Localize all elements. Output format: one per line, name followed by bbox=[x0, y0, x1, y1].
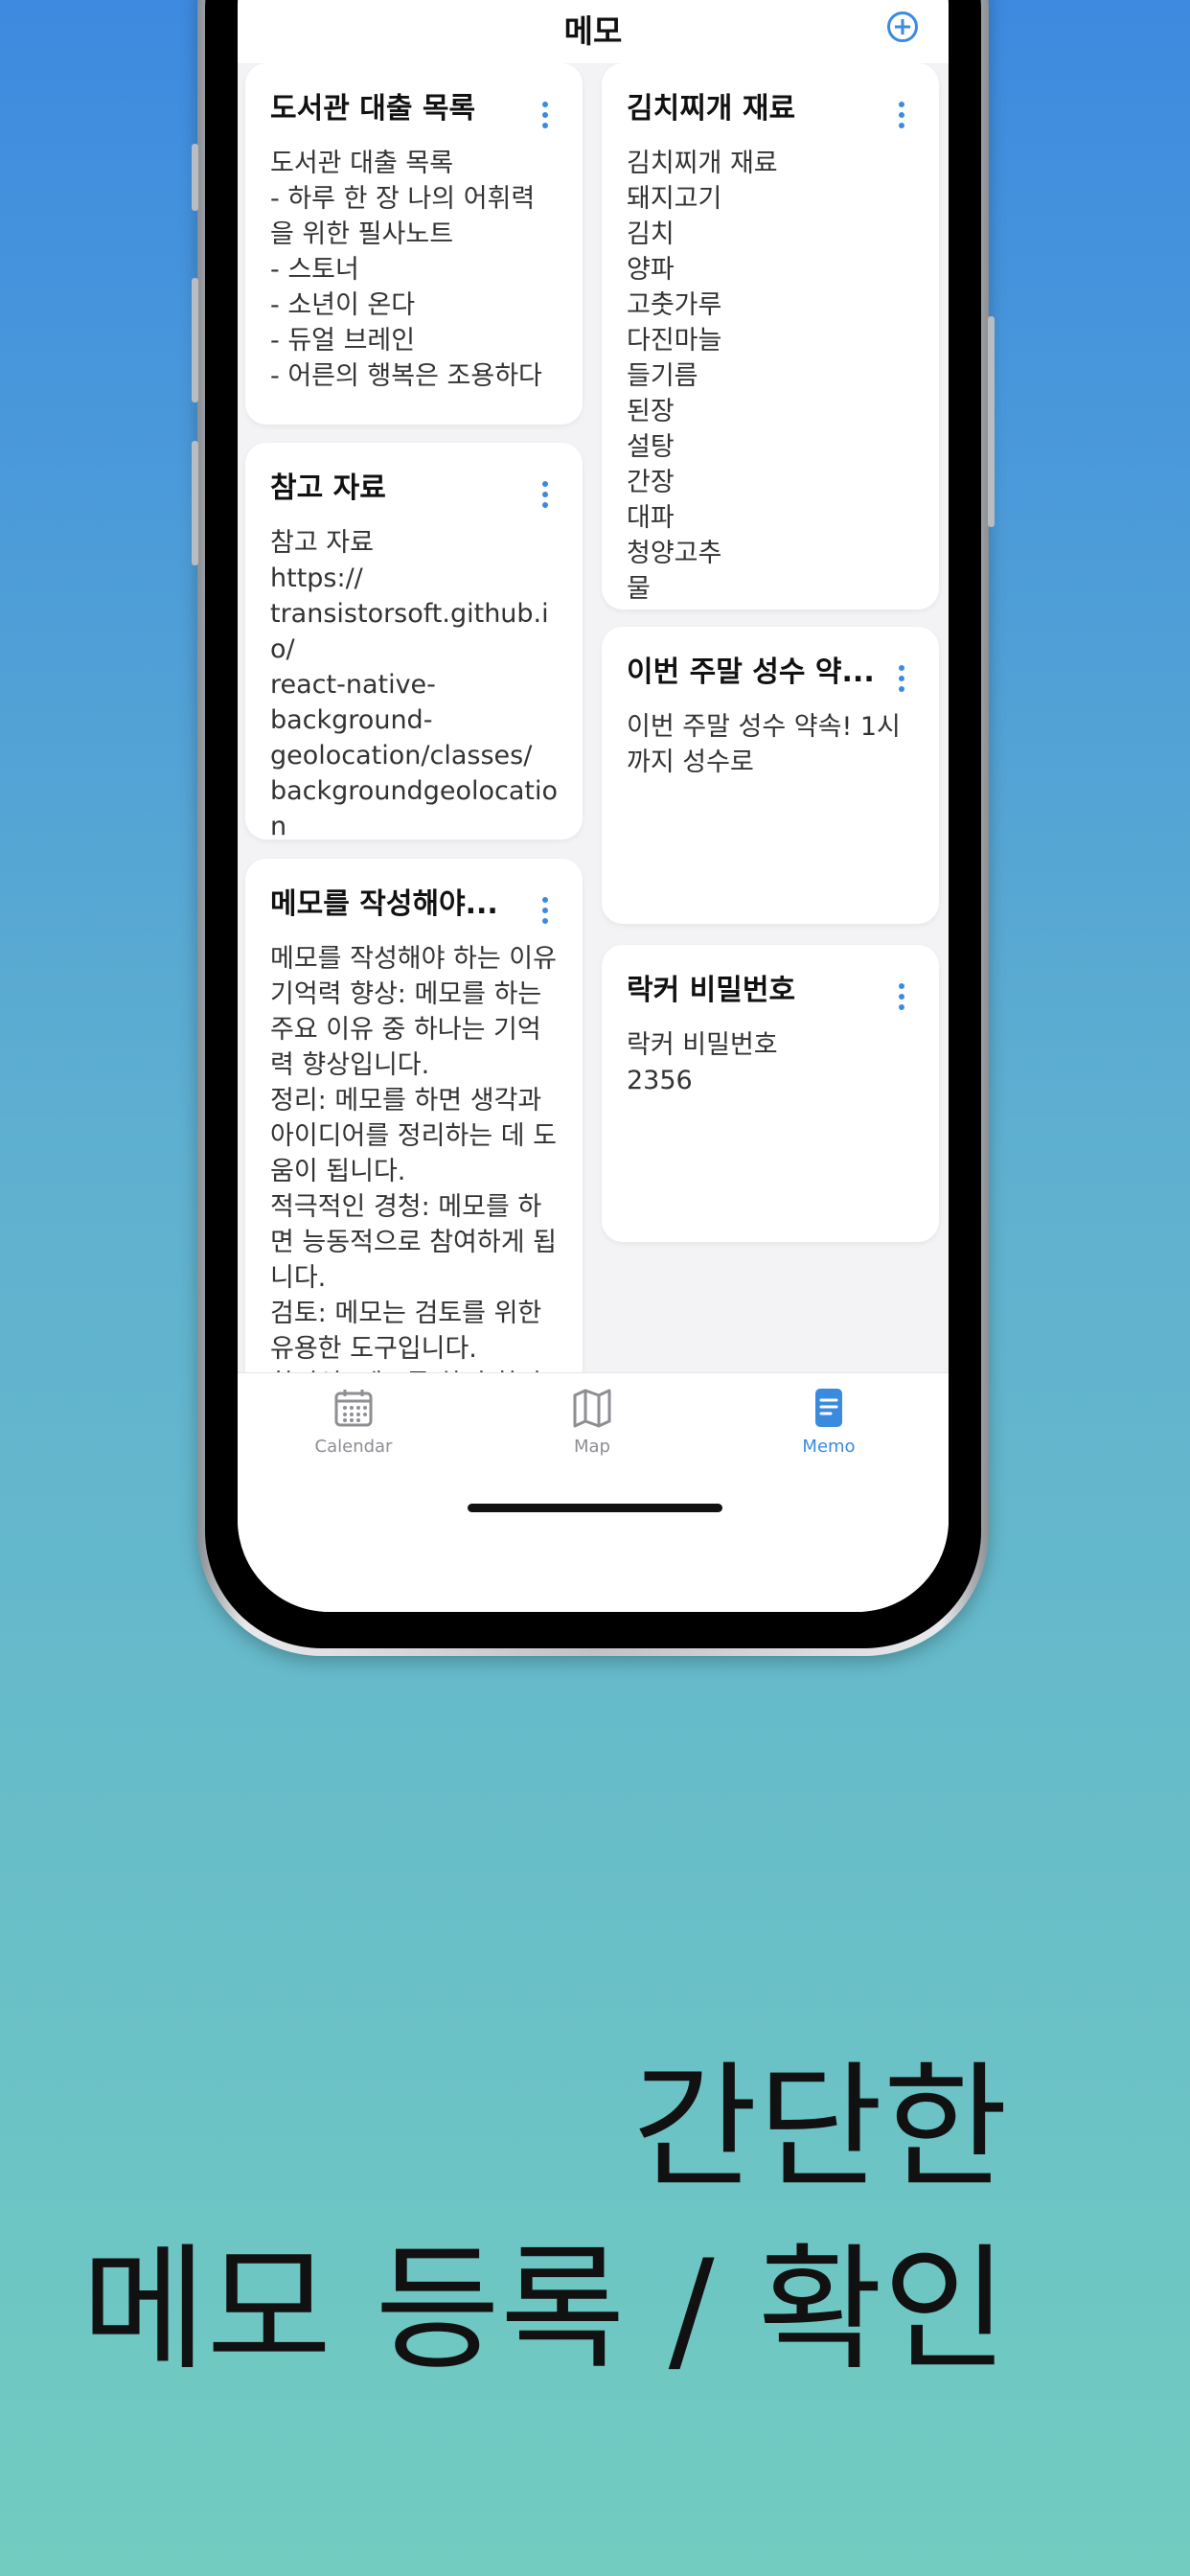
memo-card[interactable]: 락커 비밀번호 락커 비밀번호 2356 bbox=[602, 945, 939, 1242]
memo-body: 참고 자료 https:// transistorsoft.github.io/… bbox=[270, 528, 558, 840]
memo-title: 메모를 작성해야... bbox=[270, 887, 498, 921]
memo-body: 락커 비밀번호 2356 bbox=[627, 1030, 778, 1095]
caption-line-2: 메모 등록 / 확인 bbox=[80, 2231, 1008, 2389]
more-options-icon[interactable] bbox=[899, 665, 904, 692]
memo-title: 참고 자료 bbox=[270, 472, 386, 505]
app-header: 메모 bbox=[238, 0, 949, 59]
tab-label: Memo bbox=[802, 1437, 856, 1457]
more-options-icon[interactable] bbox=[542, 481, 548, 508]
phone-power-button bbox=[988, 316, 995, 527]
caption-line-1: 간단한 bbox=[632, 2049, 1008, 2207]
memo-card[interactable]: 참고 자료 참고 자료 https:// transistorsoft.gith… bbox=[245, 443, 583, 840]
calendar-icon bbox=[334, 1390, 373, 1427]
memo-body: 도서관 대출 목록 - 하루 한 장 나의 어휘력을 위한 필사노트 - 스토너… bbox=[270, 149, 542, 391]
page-title: 메모 bbox=[563, 12, 623, 50]
tab-bar: Calendar Map Memo bbox=[238, 1372, 949, 1612]
memo-body: 이번 주말 성수 약속! 1시까지 성수로 bbox=[627, 712, 901, 777]
memo-title: 락커 비밀번호 bbox=[627, 974, 796, 1007]
tab-memo[interactable]: Memo bbox=[762, 1387, 896, 1457]
phone-volume-up-button bbox=[192, 278, 198, 402]
add-memo-button[interactable] bbox=[887, 12, 918, 42]
more-options-icon[interactable] bbox=[542, 897, 548, 924]
more-options-icon[interactable] bbox=[542, 102, 548, 128]
memo-card[interactable]: 김치찌개 재료 김치찌개 재료 돼지고기 김치 양파 고춧가루 다진마늘 들기름… bbox=[602, 63, 939, 610]
tab-label: Calendar bbox=[314, 1437, 393, 1457]
map-icon bbox=[573, 1389, 611, 1428]
home-indicator bbox=[468, 1504, 722, 1512]
memo-title: 김치찌개 재료 bbox=[627, 92, 796, 126]
phone-volume-down-button bbox=[192, 441, 198, 565]
memo-grid[interactable]: 도서관 대출 목록 도서관 대출 목록 - 하루 한 장 나의 어휘력을 위한 … bbox=[238, 63, 949, 1468]
tab-calendar[interactable]: Calendar bbox=[286, 1387, 421, 1457]
tab-label: Map bbox=[574, 1437, 610, 1457]
phone-side-button bbox=[192, 144, 198, 211]
memo-card[interactable]: 도서관 대출 목록 도서관 대출 목록 - 하루 한 장 나의 어휘력을 위한 … bbox=[245, 63, 583, 425]
memo-card[interactable]: 이번 주말 성수 약... 이번 주말 성수 약속! 1시까지 성수로 bbox=[602, 627, 939, 924]
app-screen: 메모 도서관 대출 목록 도서관 대출 목록 - 하루 한 장 나의 어휘력을 … bbox=[238, 0, 949, 1612]
memo-icon bbox=[815, 1389, 842, 1427]
more-options-icon[interactable] bbox=[899, 983, 904, 1010]
memo-body: 김치찌개 재료 돼지고기 김치 양파 고춧가루 다진마늘 들기름 된장 설탕 간… bbox=[627, 149, 778, 604]
tab-map[interactable]: Map bbox=[525, 1387, 659, 1457]
memo-title: 이번 주말 성수 약... bbox=[627, 656, 875, 689]
memo-title: 도서관 대출 목록 bbox=[270, 92, 476, 126]
more-options-icon[interactable] bbox=[899, 102, 904, 128]
